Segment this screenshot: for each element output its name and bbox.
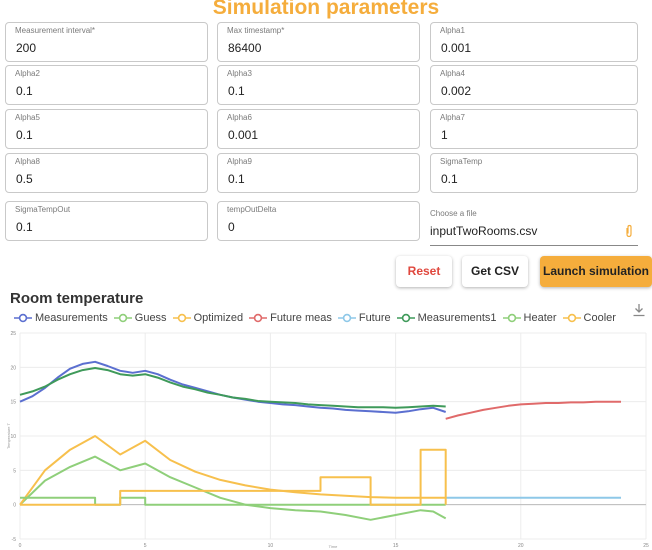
legend-item[interactable]: Measurements1 [396,311,497,325]
field-sigmatemp[interactable]: SigmaTemp 0.1 [430,153,638,193]
field-alpha1[interactable]: Alpha1 0.001 [430,22,638,62]
file-picker[interactable]: Choose a file inputTwoRooms.csv [430,206,638,246]
field-label: Alpha9 [227,157,252,166]
x-tick-label: 0 [19,543,22,549]
download-icon[interactable] [632,303,646,317]
field-label: Alpha1 [440,26,465,35]
page-title: Simulation parameters [212,0,440,19]
legend-marker-icon [502,313,521,323]
x-tick-label: 15 [393,543,399,549]
legend-label: Cooler [583,312,616,324]
legend-marker-icon [14,313,32,323]
field-label: Alpha7 [440,113,465,122]
field-alpha7[interactable]: Alpha7 1 [430,109,638,149]
field-label: SigmaTemp [440,157,483,166]
x-axis-label: Time [329,544,339,549]
y-tick-label: 20 [10,365,16,371]
chart-title: Room temperature [10,290,144,307]
field-label: Max timestamp* [227,26,285,35]
series-line-guess [19,455,447,521]
field-label: Alpha2 [15,69,40,78]
file-picker-underline [430,245,638,246]
legend-label: Measurements1 [417,312,497,324]
room-temperature-chart: -505101520250 5 10 15 20 25Temperature TTime [6,331,649,549]
y-tick-label: 10 [10,434,16,440]
field-alpha6[interactable]: Alpha6 0.001 [217,109,420,149]
y-axis-label: Temperature T [6,422,11,448]
field-label: Alpha6 [227,113,252,122]
legend-label: Future [358,312,391,324]
field-value[interactable]: 0.001 [228,128,258,142]
field-tempoutdelta[interactable]: tempOutDelta 0 [217,201,420,241]
field-alpha8[interactable]: Alpha8 0.5 [5,153,208,193]
field-label: SigmaTempOut [15,205,71,214]
field-value[interactable]: 0.1 [16,220,33,234]
legend-marker-icon [562,313,581,323]
file-name: inputTwoRooms.csv [430,224,538,238]
x-tick-label: 5 [144,543,147,549]
field-value[interactable]: 0.1 [16,128,33,142]
legend-item[interactable]: Guess [113,311,167,325]
legend-item[interactable]: Future [337,311,391,325]
legend-marker-icon [172,313,191,323]
legend-label: Guess [134,312,167,324]
paperclip-icon[interactable] [624,224,634,238]
field-value[interactable]: 0.1 [228,84,245,98]
field-value[interactable]: 0 [228,220,235,234]
field-max-timestamp[interactable]: Max timestamp* 86400 [217,22,420,62]
chart-legend: Measurements Guess Optimized Future meas Fut… [14,311,616,325]
field-value[interactable]: 86400 [228,41,261,55]
field-label: Alpha4 [440,69,465,78]
field-value[interactable]: 0.5 [16,172,33,186]
field-label: Alpha3 [227,69,252,78]
legend-item[interactable]: Measurements [14,311,108,325]
x-tick-label: 10 [268,543,274,549]
launch-simulation-button[interactable]: Launch simulation [540,256,652,287]
x-tick-label: 25 [643,543,649,549]
field-value[interactable]: 0.1 [441,172,458,186]
field-value[interactable]: 0.1 [16,84,33,98]
field-label: tempOutDelta [227,205,277,214]
field-value[interactable]: 1 [441,128,448,142]
legend-item[interactable]: Future meas [249,311,332,325]
legend-label: Heater [523,312,557,324]
legend-marker-icon [337,313,356,323]
y-tick-label: -5 [12,537,17,543]
series-line-future-meas [445,400,621,420]
reset-button[interactable]: Reset [396,256,452,287]
field-value[interactable]: 0.001 [441,41,471,55]
y-tick-label: 15 [10,400,16,406]
legend-label: Measurements [35,312,108,324]
legend-marker-icon [396,313,415,323]
field-label: Alpha5 [15,113,40,122]
field-alpha2[interactable]: Alpha2 0.1 [5,65,208,105]
legend-marker-icon [249,313,268,323]
get-csv-button[interactable]: Get CSV [462,256,528,287]
y-tick-label: 5 [13,468,16,474]
file-picker-label: Choose a file [430,209,477,218]
field-alpha5[interactable]: Alpha5 0.1 [5,109,208,149]
field-alpha9[interactable]: Alpha9 0.1 [217,153,420,193]
legend-label: Future meas [270,312,332,324]
legend-item[interactable]: Heater [502,311,557,325]
legend-marker-icon [113,313,132,323]
y-tick-label: 0 [13,503,16,509]
legend-label: Optimized [193,312,244,324]
field-value[interactable]: 0.002 [441,84,471,98]
field-sigmatempout[interactable]: SigmaTempOut 0.1 [5,201,208,241]
legend-item[interactable]: Optimized [172,311,244,325]
field-alpha4[interactable]: Alpha4 0.002 [430,65,638,105]
legend-item[interactable]: Cooler [562,311,616,325]
field-measurement-interval[interactable]: Measurement interval* 200 [5,22,208,62]
field-label: Measurement interval* [15,26,96,35]
field-value[interactable]: 0.1 [228,172,245,186]
field-value[interactable]: 200 [16,41,36,55]
x-tick-label: 20 [518,543,524,549]
y-tick-label: 25 [10,331,16,337]
field-alpha3[interactable]: Alpha3 0.1 [217,65,420,105]
field-label: Alpha8 [15,157,40,166]
